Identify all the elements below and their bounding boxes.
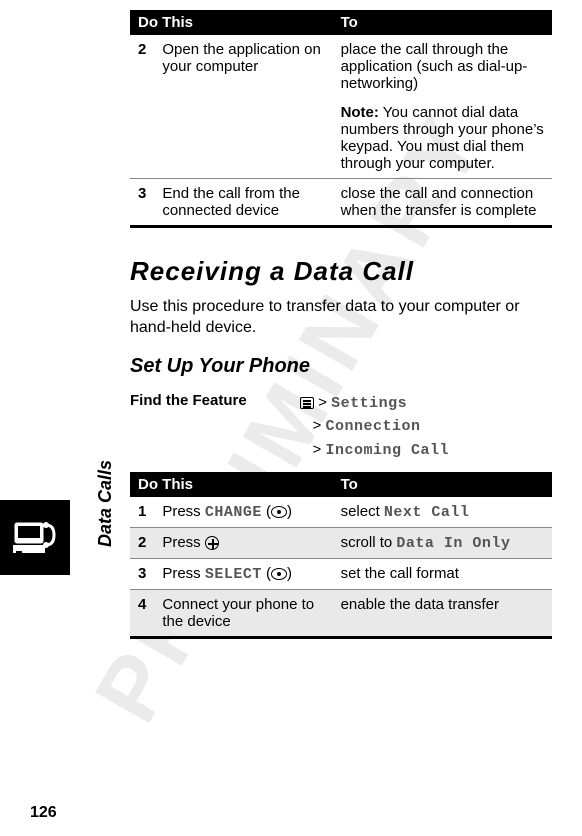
- text: ): [287, 503, 292, 520]
- menu-value: Next Call: [384, 504, 470, 521]
- subsection-heading: Set Up Your Phone: [130, 355, 552, 378]
- text: select: [341, 503, 384, 520]
- softkey-label: SELECT: [205, 566, 262, 583]
- menu-item: Connection: [325, 418, 420, 435]
- instruction-table-2: Do This To 1 Press CHANGE () select Next…: [130, 472, 552, 639]
- text: Press: [162, 503, 205, 520]
- step-result: select Next Call: [333, 497, 552, 528]
- text: Press: [162, 565, 205, 582]
- side-section-label: Data Calls: [95, 460, 116, 547]
- step-number: 1: [130, 497, 154, 528]
- step-action: Press SELECT (): [154, 559, 332, 590]
- step-result: set the call format: [333, 559, 552, 590]
- step-number: 4: [130, 590, 154, 638]
- step-action: Press: [154, 528, 332, 559]
- menu-path: > Settings > Connection > Incoming Call: [300, 392, 552, 463]
- page-number: 126: [30, 804, 57, 822]
- col-to: To: [333, 472, 552, 497]
- find-feature-label: Find the Feature: [130, 392, 300, 463]
- gt: >: [313, 441, 322, 458]
- menu-key-icon: [300, 397, 314, 409]
- select-key-icon: [271, 506, 287, 518]
- section-heading: Receiving a Data Call: [130, 256, 552, 287]
- step-result: place the call through the application (…: [333, 35, 552, 98]
- step-result: close the call and connection when the t…: [333, 179, 552, 227]
- select-key-icon: [271, 568, 287, 580]
- step-action: Press CHANGE (): [154, 497, 332, 528]
- text: (: [262, 565, 271, 582]
- instruction-table-1: Do This To 2 Open the application on you…: [130, 10, 552, 228]
- menu-item: Settings: [331, 395, 407, 412]
- col-to: To: [333, 10, 552, 35]
- page-content: Data Calls Do This To 2 Open the ap: [0, 0, 582, 679]
- step-action: Open the application on your computer: [154, 35, 332, 98]
- section-body: Use this procedure to transfer data to y…: [130, 297, 552, 339]
- gt: >: [318, 394, 327, 411]
- menu-value: Data In Only: [396, 535, 510, 552]
- text: scroll to: [341, 534, 397, 551]
- gt: >: [313, 417, 322, 434]
- step-action: End the call from the connected device: [154, 179, 332, 227]
- step-number: 3: [130, 559, 154, 590]
- menu-item: Incoming Call: [325, 442, 449, 459]
- step-result: enable the data transfer: [333, 590, 552, 638]
- step-number: 2: [130, 35, 154, 98]
- step-result: scroll to Data In Only: [333, 528, 552, 559]
- text: ): [287, 565, 292, 582]
- col-dothis: Do This: [130, 472, 333, 497]
- text: (: [262, 503, 271, 520]
- text: Press: [162, 534, 205, 551]
- step-number: 2: [130, 528, 154, 559]
- col-dothis: Do This: [130, 10, 333, 35]
- step-action: Connect your phone to the device: [154, 590, 332, 638]
- step-note: Note: You cannot dial data numbers throu…: [333, 98, 552, 179]
- data-call-icon: [0, 500, 70, 575]
- note-label: Note:: [341, 104, 379, 121]
- nav-key-icon: [205, 536, 219, 550]
- step-number: 3: [130, 179, 154, 227]
- find-feature-row: Find the Feature > Settings > Connection…: [130, 392, 552, 463]
- softkey-label: CHANGE: [205, 504, 262, 521]
